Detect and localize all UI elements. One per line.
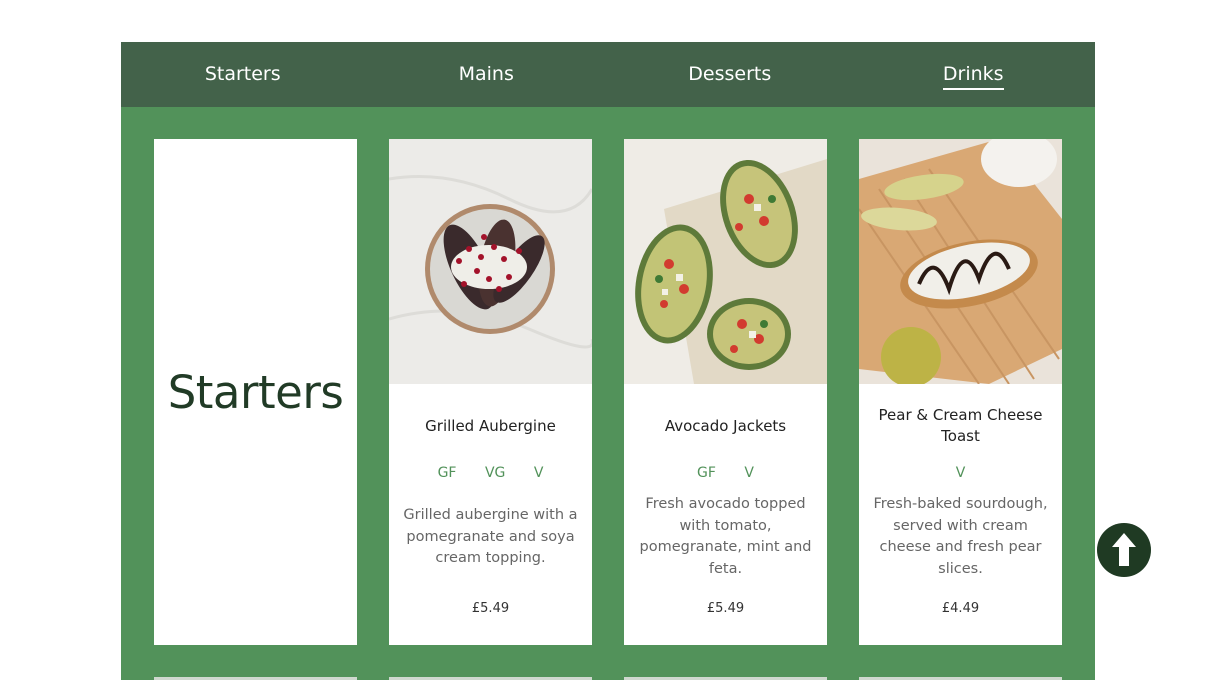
dish-name: Grilled Aubergine bbox=[425, 417, 556, 435]
section-heading-card: Starters bbox=[154, 139, 357, 645]
tag-vegan: VG bbox=[484, 465, 506, 481]
section-title: Starters bbox=[167, 365, 344, 419]
tag-vegetarian: V bbox=[955, 465, 966, 481]
tab-drinks[interactable]: Drinks bbox=[852, 62, 1096, 90]
dish-price: £5.49 bbox=[471, 601, 510, 616]
tag-vegetarian: V bbox=[744, 465, 754, 481]
dish-description: Fresh-baked sourdough, served with cream… bbox=[873, 496, 1048, 577]
dish-card: Grilled Aubergine GF VG V Grilled auberg… bbox=[389, 139, 592, 645]
tag-vegetarian: V bbox=[533, 465, 544, 481]
diet-tags: V bbox=[859, 465, 1062, 481]
arrow-up-icon bbox=[1112, 533, 1136, 566]
menu-tabs: Starters Mains Desserts Drinks bbox=[121, 42, 1095, 107]
dish-card-row: Starters Grilled Aubergine GF VG V Grill… bbox=[154, 139, 1062, 645]
tab-desserts[interactable]: Desserts bbox=[608, 63, 852, 85]
dish-card: Avocado Jackets GF V Fresh avocado toppe… bbox=[624, 139, 827, 645]
dish-price: £4.49 bbox=[941, 601, 980, 616]
dish-description: Grilled aubergine with a pomegranate and… bbox=[403, 507, 578, 566]
avocado-jackets-photo bbox=[624, 139, 827, 384]
tag-gluten-free: GF bbox=[437, 465, 457, 481]
menu-section: Starters Mains Desserts Drinks Starters bbox=[121, 42, 1095, 680]
tag-gluten-free: GF bbox=[697, 465, 716, 481]
dish-card: Pear & Cream Cheese Toast V Fresh-baked … bbox=[859, 139, 1062, 645]
diet-tags: GF VG V bbox=[389, 465, 592, 481]
diet-tags: GF V bbox=[624, 465, 827, 481]
tab-starters[interactable]: Starters bbox=[121, 63, 365, 85]
dish-description: Fresh avocado topped with tomato, pomegr… bbox=[639, 496, 812, 577]
grilled-aubergine-photo bbox=[389, 139, 592, 384]
tab-mains[interactable]: Mains bbox=[365, 63, 609, 85]
dish-price: £5.49 bbox=[706, 601, 745, 616]
dish-name: Pear & Cream Cheese Toast bbox=[878, 406, 1043, 445]
pear-toast-photo bbox=[859, 139, 1062, 384]
dish-name: Avocado Jackets bbox=[664, 417, 787, 435]
back-to-top-button[interactable] bbox=[1097, 523, 1151, 577]
